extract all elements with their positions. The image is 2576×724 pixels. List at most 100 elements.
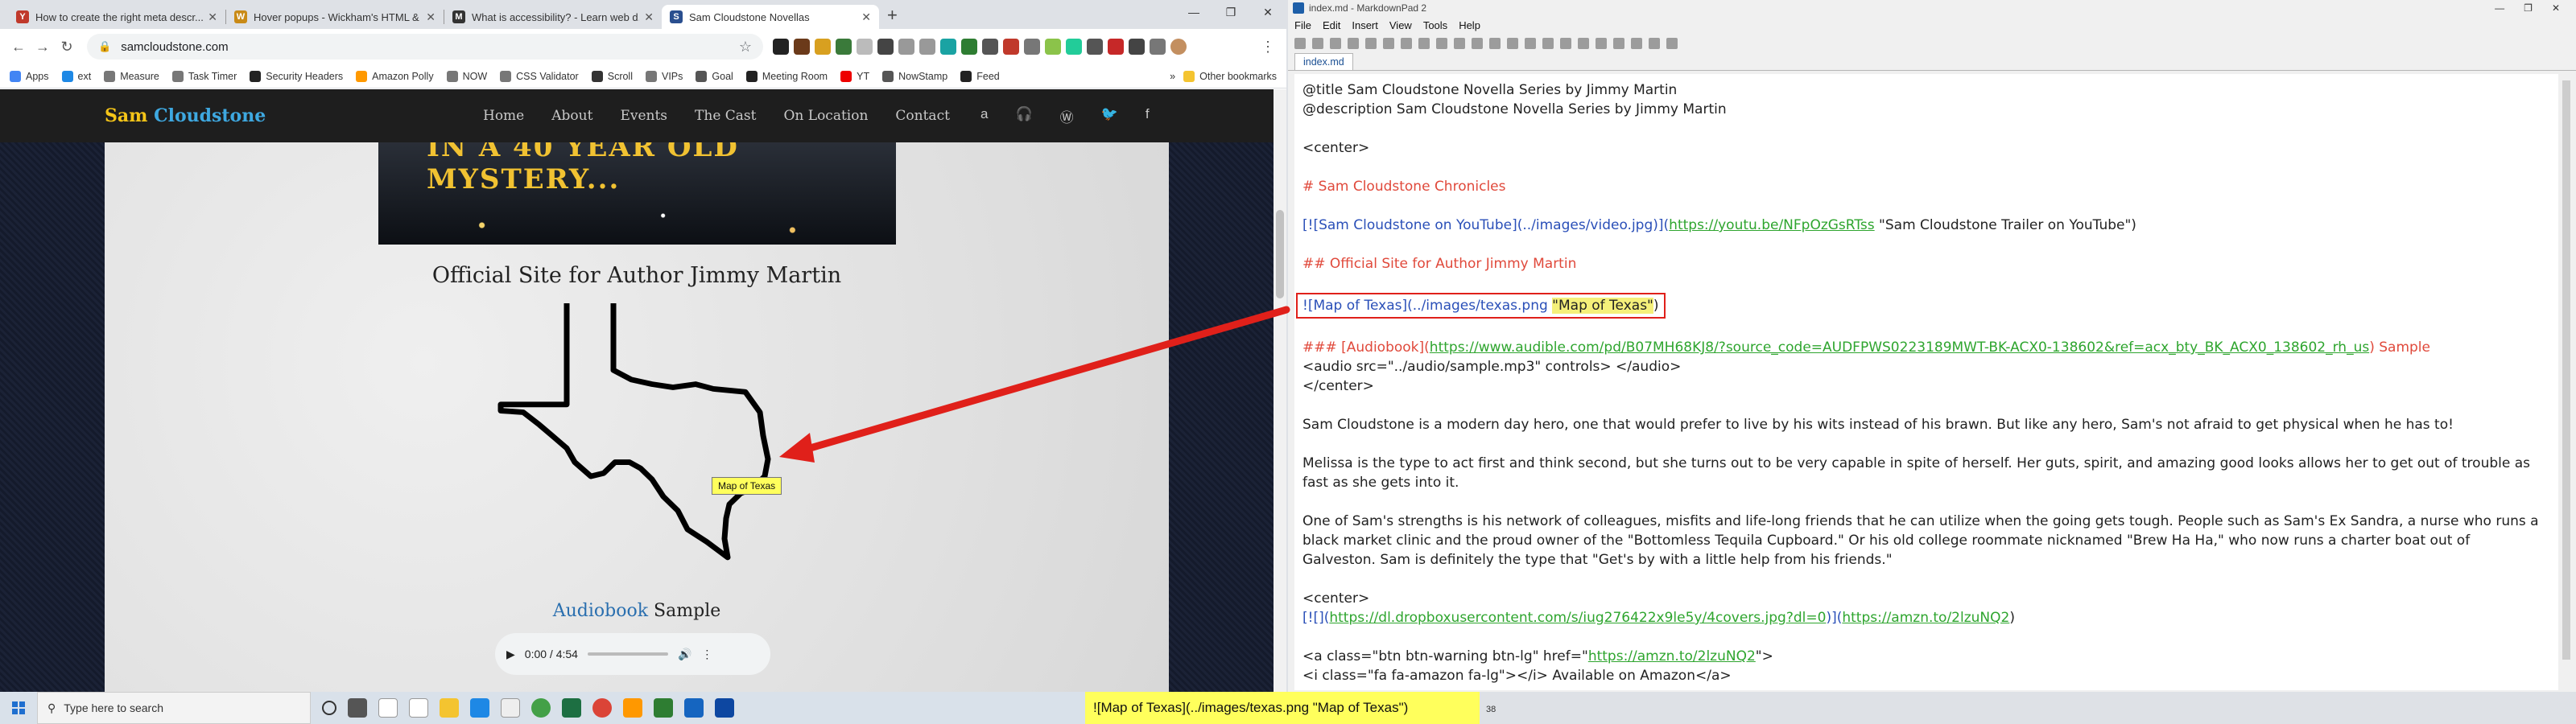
app-icon[interactable] — [715, 698, 734, 718]
bold-icon[interactable] — [1401, 38, 1412, 49]
more-bookmarks-chevron-icon[interactable]: » — [1170, 71, 1175, 82]
start-button[interactable] — [0, 692, 37, 724]
minimize-icon[interactable]: — — [2495, 2, 2504, 14]
browser-tab-4-active[interactable]: S Sam Cloudstone Novellas ✕ — [662, 5, 879, 29]
extension-icon[interactable] — [877, 39, 894, 55]
page-scrollbar[interactable] — [1274, 89, 1286, 692]
video-thumbnail[interactable]: IN A 40 YEAR OLD MYSTERY... — [378, 142, 896, 245]
bookmark-amazon-polly[interactable]: Amazon Polly — [356, 70, 434, 82]
markdown-editor[interactable]: @title Sam Cloudstone Novella Series by … — [1294, 74, 2558, 690]
browser-menu-icon[interactable]: ⋮ — [1261, 39, 1280, 56]
heading3-icon[interactable] — [1507, 38, 1518, 49]
cortana-icon[interactable] — [322, 701, 336, 715]
extension-icon[interactable] — [919, 39, 935, 55]
menu-insert[interactable]: Insert — [1352, 19, 1378, 31]
back-icon[interactable]: ← — [6, 39, 31, 56]
bookmark-ext[interactable]: ext — [61, 70, 91, 82]
heading1-icon[interactable] — [1472, 38, 1483, 49]
bookmark-yt[interactable]: YT — [840, 70, 869, 82]
file-explorer-icon[interactable] — [440, 698, 459, 718]
extension-icon[interactable] — [1108, 39, 1124, 55]
minimize-icon[interactable]: — — [1175, 0, 1212, 24]
twitter-icon[interactable]: 🐦 — [1101, 106, 1118, 126]
settings-icon[interactable] — [1666, 38, 1678, 49]
forward-icon[interactable]: → — [31, 39, 55, 56]
audio-seek-bar[interactable] — [587, 652, 668, 656]
extension-icon[interactable] — [1087, 39, 1103, 55]
app-icon[interactable] — [623, 698, 642, 718]
nav-home[interactable]: Home — [483, 108, 524, 124]
maximize-icon[interactable]: ❐ — [1212, 0, 1249, 24]
undo-icon[interactable] — [1365, 38, 1377, 49]
menu-tools[interactable]: Tools — [1423, 19, 1447, 31]
bookmark-nowstamp[interactable]: NowStamp — [882, 70, 947, 82]
uppercase-icon[interactable] — [1613, 38, 1624, 49]
wordpress-icon[interactable]: Ⓦ — [1060, 106, 1074, 126]
excel-icon[interactable] — [562, 698, 581, 718]
nav-on-location[interactable]: On Location — [783, 108, 868, 124]
close-window-icon[interactable]: ✕ — [2552, 2, 2560, 14]
browser-tab-3[interactable]: M What is accessibility? - Learn web d..… — [444, 5, 662, 29]
save-icon[interactable] — [1330, 38, 1341, 49]
file-icon[interactable] — [378, 698, 398, 718]
bookmark-feed[interactable]: Feed — [960, 70, 1000, 82]
bookmark-now[interactable]: NOW — [446, 70, 487, 82]
bookmark-meeting-room[interactable]: Meeting Room — [745, 70, 828, 82]
bookmark-goal[interactable]: Goal — [696, 70, 733, 82]
new-file-icon[interactable] — [1294, 38, 1306, 49]
italic-icon[interactable] — [1418, 38, 1430, 49]
menu-view[interactable]: View — [1389, 19, 1412, 31]
headphones-icon[interactable]: 🎧 — [1015, 106, 1032, 126]
close-tab-icon[interactable]: ✕ — [861, 10, 871, 24]
menu-help[interactable]: Help — [1459, 19, 1480, 31]
bookmark-star-icon[interactable]: ☆ — [739, 39, 752, 56]
preview-icon[interactable] — [1649, 38, 1660, 49]
extension-icon[interactable] — [1066, 39, 1082, 55]
address-bar[interactable]: 🔒 samcloudstone.com ☆ — [87, 34, 763, 60]
close-tab-icon[interactable]: ✕ — [426, 10, 436, 24]
bookmark-task-timer[interactable]: Task Timer — [171, 70, 237, 82]
close-tab-icon[interactable]: ✕ — [644, 10, 654, 24]
browser-tab-1[interactable]: Y How to create the right meta descr... … — [8, 5, 225, 29]
other-bookmarks[interactable]: Other bookmarks — [1183, 70, 1277, 82]
close-tab-icon[interactable]: ✕ — [208, 10, 217, 24]
volume-icon[interactable]: 🔊 — [678, 648, 691, 661]
extension-icon[interactable] — [1150, 39, 1166, 55]
profile-avatar[interactable] — [1170, 39, 1187, 55]
site-brand[interactable]: Sam Cloudstone — [105, 105, 266, 126]
redo-icon[interactable] — [1383, 38, 1394, 49]
reload-icon[interactable]: ↻ — [55, 39, 79, 56]
address-url[interactable]: samcloudstone.com — [121, 40, 739, 54]
bookmark-security-headers[interactable]: Security Headers — [250, 70, 343, 82]
lowercase-icon[interactable] — [1631, 38, 1642, 49]
extension-icon[interactable] — [857, 39, 873, 55]
app-icon[interactable] — [654, 698, 673, 718]
extension-icon[interactable] — [1129, 39, 1145, 55]
extension-icon[interactable] — [836, 39, 852, 55]
facebook-icon[interactable]: f — [1146, 106, 1150, 126]
bookmark-scroll[interactable]: Scroll — [591, 70, 633, 82]
md-tab-index[interactable]: index.md — [1294, 53, 1353, 70]
hr-icon[interactable] — [1578, 38, 1589, 49]
taskbar-search[interactable]: ⚲ Type here to search — [37, 692, 311, 724]
play-icon[interactable]: ▶ — [506, 648, 515, 661]
menu-file[interactable]: File — [1294, 19, 1311, 31]
nav-events[interactable]: Events — [620, 108, 667, 124]
nav-contact[interactable]: Contact — [895, 108, 950, 124]
extension-icon[interactable] — [982, 39, 998, 55]
new-tab-button[interactable]: + — [887, 5, 898, 26]
task-view-icon[interactable] — [348, 698, 367, 718]
extension-icon[interactable] — [940, 39, 956, 55]
heading2-icon[interactable] — [1489, 38, 1501, 49]
link-icon[interactable] — [1542, 38, 1554, 49]
editor-scrollbar[interactable] — [2560, 74, 2573, 690]
close-window-icon[interactable]: ✕ — [1249, 0, 1286, 24]
bookmark-css-validator[interactable]: CSS Validator — [500, 70, 579, 82]
audio-menu-icon[interactable]: ⋮ — [701, 648, 712, 661]
nav-the-cast[interactable]: The Cast — [695, 108, 756, 124]
notepad-icon[interactable] — [501, 698, 520, 718]
code-icon[interactable] — [1454, 38, 1465, 49]
extension-icon[interactable] — [1045, 39, 1061, 55]
extension-icon[interactable] — [815, 39, 831, 55]
timestamp-icon[interactable] — [1596, 38, 1607, 49]
